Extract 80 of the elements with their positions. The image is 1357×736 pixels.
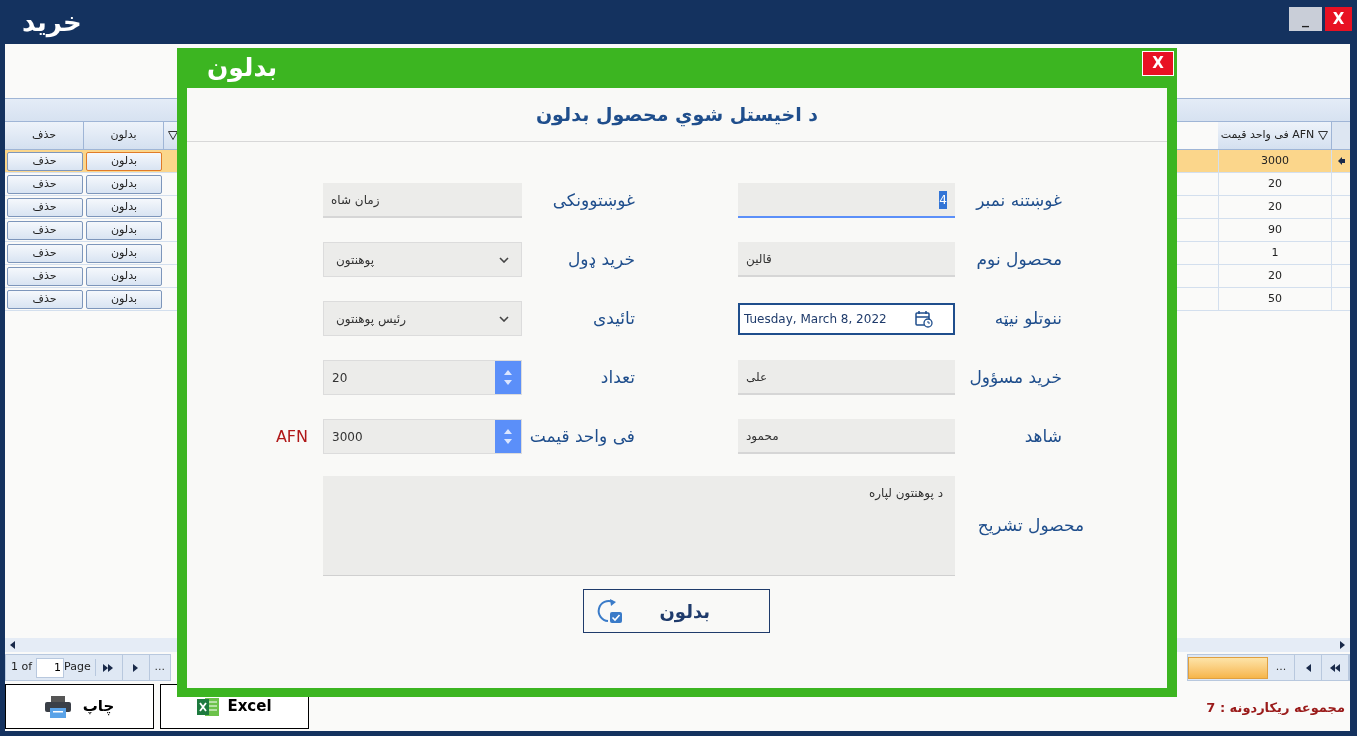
table-cell: 1 <box>1218 242 1332 264</box>
edit-button[interactable]: بدلون <box>86 174 162 194</box>
close-button[interactable]: X <box>1142 51 1174 76</box>
number-field[interactable]: 3000 <box>323 419 522 454</box>
field-label: تائیدی <box>593 306 635 330</box>
calendar-icon <box>915 309 933 328</box>
refresh-check-icon <box>595 598 624 624</box>
row-pointer-icon <box>1337 157 1345 165</box>
left-arrow-icon <box>1305 663 1311 672</box>
down-arrow-icon <box>504 439 512 444</box>
field-label: تعداد <box>600 365 635 389</box>
field-label: خرید ډول <box>567 247 635 271</box>
edit-button[interactable]: بدلون <box>86 220 162 240</box>
column-header[interactable]: بدلون <box>84 122 164 149</box>
up-arrow-icon <box>504 370 512 375</box>
print-button[interactable]: چاپ <box>5 684 154 729</box>
save-button[interactable]: بدلون <box>582 589 770 633</box>
text-field[interactable]: قالین <box>738 242 955 277</box>
edit-button[interactable]: بدلون <box>86 243 162 263</box>
edit-button[interactable]: بدلون <box>86 289 162 309</box>
more-pages-button[interactable]: ... <box>1268 655 1295 680</box>
up-arrow-icon <box>504 429 512 434</box>
delete-button[interactable]: حذف <box>6 243 83 263</box>
table-cell: 90 <box>1218 219 1332 241</box>
page-of-text: 1 of <box>11 659 33 676</box>
table-cell: 20 <box>1218 196 1332 218</box>
scroll-right-icon <box>1339 641 1346 649</box>
text-field[interactable]: علی <box>738 360 955 395</box>
chevron-icon <box>499 315 509 322</box>
field-label: خرید مسؤول <box>969 365 1062 389</box>
number-field[interactable]: 20 <box>323 360 522 395</box>
record-count: مجموعه ریکاردونه : 7 <box>1206 699 1345 718</box>
double-right-arrow-icon <box>103 663 115 672</box>
down-arrow-icon <box>504 380 512 385</box>
field-label: غوښتوونکی <box>552 188 635 212</box>
right-arrow-icon <box>132 663 139 672</box>
edit-button[interactable]: بدلون <box>86 197 162 217</box>
more-pages-button[interactable]: ... <box>149 655 170 680</box>
field-label: ننوتلو نیټه <box>994 306 1062 330</box>
text-field[interactable]: 4 <box>738 183 955 218</box>
delete-button[interactable]: حذف <box>6 220 83 240</box>
date-field[interactable]: Tuesday, March 8, 2022 <box>738 302 955 335</box>
page-input[interactable]: 1 <box>36 657 65 678</box>
field-label: فی واحد قیمت <box>529 424 635 448</box>
spreadsheet-icon <box>197 695 220 718</box>
close-button[interactable]: X <box>1325 7 1352 31</box>
currency-label: AFN <box>275 425 308 448</box>
column-header[interactable]: حذف <box>5 122 84 149</box>
field-label: غوښتنه نمبر <box>976 188 1062 212</box>
window-title: خرید <box>22 5 82 40</box>
minimize-button[interactable]: _ <box>1289 7 1322 31</box>
description-field[interactable]: د پوهنتون لپاره <box>323 476 955 576</box>
dropdown-field[interactable]: رئیس پوهنتون <box>323 301 522 336</box>
dropdown-field[interactable]: پوهنتون <box>323 242 522 277</box>
dialog-heading: د اخیستل شوي محصول بدلون <box>535 102 819 129</box>
field-label: شاهد <box>1024 424 1062 448</box>
table-cell: 20 <box>1218 265 1332 287</box>
text-field[interactable]: محمود <box>738 419 955 454</box>
field-label: محصول تشریح <box>977 514 1084 538</box>
dialog-title: بدلون <box>207 52 278 85</box>
filter-icon[interactable] <box>1318 130 1329 141</box>
delete-button[interactable]: حذف <box>6 266 83 286</box>
page-text: Page <box>64 659 96 676</box>
text-field[interactable]: زمان شاه <box>323 183 522 218</box>
filter-icon[interactable] <box>168 130 178 141</box>
delete-button[interactable]: حذف <box>6 174 83 194</box>
edit-button[interactable]: بدلون <box>86 151 162 171</box>
delete-button[interactable]: حذف <box>6 197 83 217</box>
table-cell: 50 <box>1218 288 1332 310</box>
table-cell: 3000 <box>1218 150 1332 172</box>
scroll-left-icon <box>9 641 16 649</box>
field-label: محصول نوم <box>976 247 1062 271</box>
table-cell: 20 <box>1218 173 1332 195</box>
edit-button[interactable]: بدلون <box>86 266 162 286</box>
delete-button[interactable]: حذف <box>6 151 83 171</box>
double-left-arrow-icon <box>1329 663 1341 672</box>
printer-icon <box>44 695 71 718</box>
column-header[interactable]: فی واحد قیمت AFN <box>1218 122 1332 149</box>
chevron-icon <box>499 256 509 263</box>
delete-button[interactable]: حذف <box>6 289 83 309</box>
